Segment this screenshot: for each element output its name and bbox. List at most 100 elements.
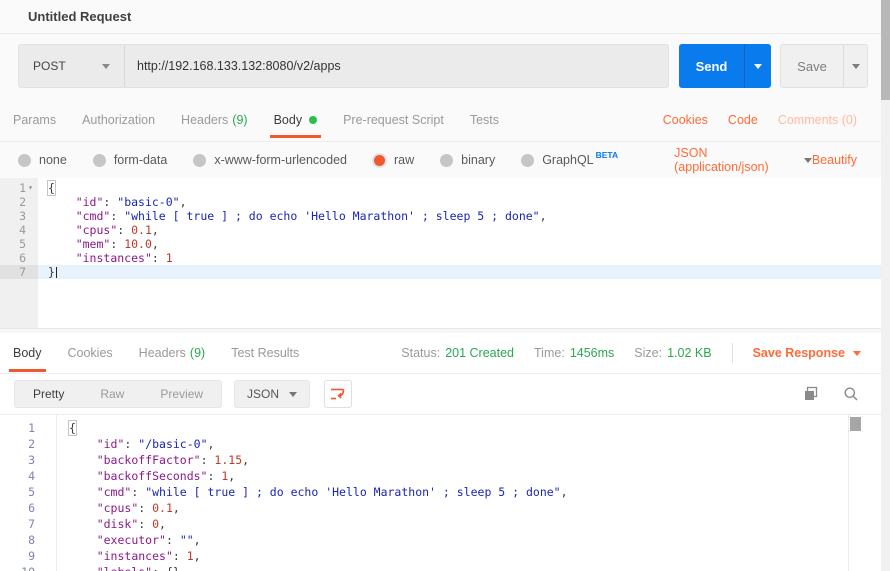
save-options-button[interactable] — [843, 45, 867, 87]
response-format-dropdown[interactable]: JSON — [234, 380, 310, 408]
search-response-button[interactable] — [843, 386, 859, 402]
line-number-text: 3 — [28, 452, 35, 468]
window-scrollbar[interactable] — [881, 0, 890, 571]
code-token: : — [207, 469, 221, 483]
scrollbar-thumb[interactable] — [881, 0, 890, 100]
line-number: 4 — [0, 468, 56, 484]
save-button[interactable]: Save — [780, 44, 868, 88]
response-tab-body[interactable]: Body — [0, 333, 55, 373]
code-content[interactable]: "instances": 1, — [56, 548, 881, 564]
tab-label: Test Results — [231, 346, 299, 360]
code-content[interactable]: "cmd": "while [ true ] ; do echo 'Hello … — [56, 484, 881, 500]
code-line[interactable]: 10 "labels": {}, — [0, 564, 881, 571]
send-button-label[interactable]: Send — [679, 44, 744, 88]
code-line[interactable]: 7} — [0, 265, 881, 279]
tab-pre-request-script[interactable]: Pre-request Script — [330, 98, 457, 141]
response-editor-scrollbar[interactable] — [848, 415, 861, 571]
send-options-button[interactable] — [744, 44, 771, 88]
save-button-label[interactable]: Save — [781, 45, 843, 87]
code-line[interactable]: 3 "cmd": "while [ true ] ; do echo 'Hell… — [0, 209, 881, 223]
body-type-option-none[interactable]: none — [18, 153, 67, 167]
code-line[interactable]: 2 "id": "/basic-0", — [0, 436, 881, 452]
body-type-option-binary[interactable]: binary — [440, 153, 495, 167]
code-content[interactable]: } — [38, 265, 881, 279]
wrap-text-button[interactable] — [324, 380, 352, 408]
code-token: : — [152, 565, 166, 571]
response-tab-test-results[interactable]: Test Results — [218, 333, 312, 373]
tab-headers[interactable]: Headers(9) — [168, 98, 261, 141]
body-type-option-form-data[interactable]: form-data — [93, 153, 168, 167]
tab-authorization[interactable]: Authorization — [69, 98, 168, 141]
code-token: "cpus" — [97, 501, 139, 515]
response-tab-cookies[interactable]: Cookies — [55, 333, 126, 373]
body-type-option-x-www-form-urlencoded[interactable]: x-www-form-urlencoded — [193, 153, 347, 167]
url-input[interactable] — [125, 45, 668, 87]
code-token: : — [152, 251, 166, 265]
response-tab-headers[interactable]: Headers(9) — [126, 333, 219, 373]
view-raw[interactable]: Raw — [82, 387, 142, 401]
link-code[interactable]: Code — [728, 113, 758, 127]
view-preview[interactable]: Preview — [142, 387, 221, 401]
code-line[interactable]: 2 "id": "basic-0", — [0, 195, 881, 209]
code-line[interactable]: 5 "cmd": "while [ true ] ; do echo 'Hell… — [0, 484, 881, 500]
code-line[interactable]: 3 "backoffFactor": 1.15, — [0, 452, 881, 468]
code-content[interactable]: "id": "basic-0", — [38, 195, 881, 209]
beautify-button[interactable]: Beautify — [812, 153, 857, 167]
code-token: } — [48, 265, 55, 279]
code-line[interactable]: 4 "cpus": 0.1, — [0, 223, 881, 237]
code-line[interactable]: 1{ — [0, 420, 881, 436]
line-number-text: 5 — [28, 484, 35, 500]
tab-count: (9) — [190, 346, 205, 360]
send-button[interactable]: Send — [679, 44, 771, 88]
code-content[interactable]: { — [38, 181, 881, 195]
chevron-down-icon — [289, 392, 297, 397]
code-content[interactable]: "mem": 10.0, — [38, 237, 881, 251]
url-group: POST — [18, 44, 669, 88]
code-token: 1 — [166, 251, 173, 265]
code-content[interactable]: "backoffSeconds": 1, — [56, 468, 881, 484]
body-type-option-raw[interactable]: raw — [373, 153, 414, 167]
code-line[interactable]: 8 "executor": "", — [0, 532, 881, 548]
code-content[interactable]: "id": "/basic-0", — [56, 436, 881, 452]
fold-caret-icon[interactable]: ▾ — [26, 181, 35, 195]
body-type-option-GraphQL[interactable]: GraphQLBETA — [521, 153, 618, 167]
code-line[interactable]: 9 "instances": 1, — [0, 548, 881, 564]
line-number: 7 — [0, 265, 38, 279]
code-line[interactable]: 6 "cpus": 0.1, — [0, 500, 881, 516]
code-line[interactable]: 7 "disk": 0, — [0, 516, 881, 532]
tab-body[interactable]: Body — [261, 98, 331, 141]
content-type-dropdown[interactable]: JSON (application/json) — [674, 146, 812, 174]
view-pretty[interactable]: Pretty — [15, 387, 82, 401]
copy-response-button[interactable] — [803, 386, 819, 402]
request-body-editor[interactable]: 1▾{2 "id": "basic-0",3 "cmd": "while [ t… — [0, 178, 881, 328]
code-content[interactable]: "instances": 1 — [38, 251, 881, 265]
code-content[interactable]: "cpus": 0.1, — [38, 223, 881, 237]
green-dot-icon — [309, 116, 317, 124]
link-comments-0-[interactable]: Comments (0) — [778, 113, 857, 127]
code-content[interactable]: "disk": 0, — [56, 516, 881, 532]
code-token: : — [201, 453, 215, 467]
radio-label: form-data — [114, 153, 168, 167]
code-content[interactable]: "cpus": 0.1, — [56, 500, 881, 516]
code-line[interactable]: 4 "backoffSeconds": 1, — [0, 468, 881, 484]
response-tabs: BodyCookiesHeaders(9) Test Results — [0, 333, 312, 373]
code-content[interactable]: "cmd": "while [ true ] ; do echo 'Hello … — [38, 209, 881, 223]
code-token: , — [159, 517, 166, 531]
radio-label: GraphQL — [542, 153, 593, 167]
code-content[interactable]: { — [56, 420, 881, 436]
scrollbar-thumb[interactable] — [850, 417, 861, 431]
code-line[interactable]: 1▾{ — [0, 181, 881, 195]
code-content[interactable]: "backoffFactor": 1.15, — [56, 452, 881, 468]
save-response-button[interactable]: Save Response — [753, 346, 861, 360]
method-select[interactable]: POST — [19, 45, 125, 87]
code-content[interactable]: "executor": "", — [56, 532, 881, 548]
tab-params[interactable]: Params — [0, 98, 69, 141]
tab-tests[interactable]: Tests — [457, 98, 512, 141]
link-cookies[interactable]: Cookies — [663, 113, 708, 127]
code-line[interactable]: 6 "instances": 1 — [0, 251, 881, 265]
code-content[interactable]: "labels": {}, — [56, 564, 881, 571]
radio-icon — [521, 154, 534, 167]
request-title: Untitled Request — [28, 9, 131, 24]
code-line[interactable]: 5 "mem": 10.0, — [0, 237, 881, 251]
response-body-editor[interactable]: 1{2 "id": "/basic-0",3 "backoffFactor": … — [0, 415, 881, 571]
